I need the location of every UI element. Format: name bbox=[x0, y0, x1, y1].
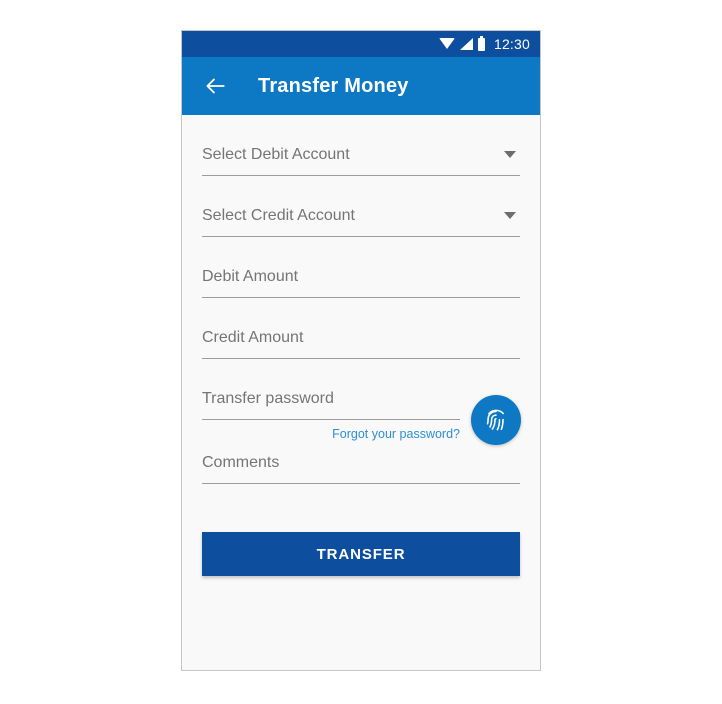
credit-amount-input[interactable]: Credit Amount bbox=[202, 328, 520, 359]
debit-amount-label: Debit Amount bbox=[202, 268, 299, 285]
chevron-down-icon bbox=[504, 212, 516, 219]
app-bar: Transfer Money bbox=[182, 57, 540, 115]
status-bar-time: 12:30 bbox=[493, 36, 530, 52]
page-title: Transfer Money bbox=[258, 74, 409, 97]
wifi-icon bbox=[438, 38, 455, 49]
comments-input[interactable]: Comments bbox=[202, 453, 520, 484]
status-bar-icons: 12:30 bbox=[438, 35, 530, 52]
fingerprint-button[interactable] bbox=[471, 395, 521, 445]
select-credit-account-label: Select Credit Account bbox=[202, 207, 355, 224]
forgot-password-link[interactable]: Forgot your password? bbox=[202, 427, 460, 441]
transfer-button[interactable]: TRANSFER bbox=[202, 532, 520, 576]
debit-amount-input[interactable]: Debit Amount bbox=[202, 267, 520, 298]
select-credit-account-dropdown[interactable]: Select Credit Account bbox=[202, 206, 520, 237]
phone-frame: 12:30 Transfer Money Select Debit Accoun… bbox=[181, 30, 541, 671]
signal-icon bbox=[459, 38, 473, 50]
fingerprint-icon bbox=[486, 409, 505, 431]
back-button[interactable] bbox=[200, 71, 230, 101]
chevron-down-icon bbox=[504, 151, 516, 158]
select-debit-account-dropdown[interactable]: Select Debit Account bbox=[202, 145, 520, 176]
status-bar: 12:30 bbox=[182, 31, 540, 57]
transfer-password-input[interactable]: Transfer password bbox=[202, 389, 460, 420]
comments-label: Comments bbox=[202, 454, 280, 471]
transfer-form: Select Debit Account Select Credit Accou… bbox=[182, 115, 540, 670]
credit-amount-label: Credit Amount bbox=[202, 329, 304, 346]
transfer-password-label: Transfer password bbox=[202, 390, 334, 407]
password-row: Transfer password Forgot your password? bbox=[202, 389, 521, 445]
back-arrow-icon bbox=[206, 78, 225, 94]
battery-icon bbox=[477, 35, 485, 51]
select-debit-account-label: Select Debit Account bbox=[202, 146, 350, 163]
